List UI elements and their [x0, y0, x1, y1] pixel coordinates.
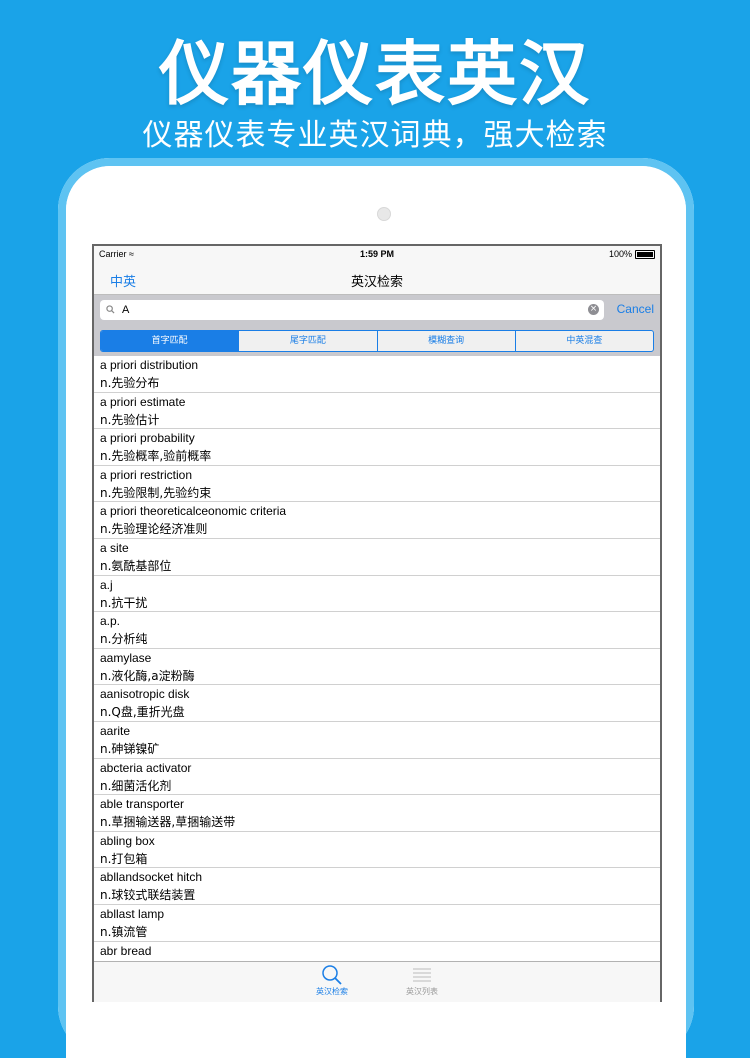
entry-definition: n.先验限制,先验约束	[100, 485, 212, 500]
search-mode-bar: 首字匹配 尾字匹配 模糊查询 中英混查	[94, 325, 660, 356]
entry-definition: n.先验分布	[100, 376, 160, 390]
entry-term: a priori restriction	[100, 467, 193, 482]
list-item[interactable]: aarite n.砷锑镍矿	[94, 722, 660, 759]
entry-definition: n.球铰式联结装置	[100, 888, 196, 903]
list-item[interactable]: a.j n.抗干扰	[94, 576, 660, 613]
list-item[interactable]: a priori restriction n.先验限制,先验约束	[94, 466, 660, 503]
entry-definition: n.砷锑镍矿	[100, 741, 160, 756]
segment-suffix-match[interactable]: 尾字匹配	[238, 331, 376, 351]
list-item[interactable]: a priori estimate n.先验估计	[94, 393, 660, 430]
entry-term: aamylase	[100, 650, 152, 665]
battery-indicator: 100%	[609, 249, 655, 259]
promo-subtitle: 仪器仪表专业英汉词典，强大检索	[142, 118, 608, 153]
battery-percent: 100%	[608, 249, 632, 259]
search-field: ×	[100, 300, 604, 320]
search-icon	[106, 304, 115, 317]
battery-icon	[635, 249, 655, 259]
entry-term: a priori probability	[100, 431, 195, 446]
page-title: 英汉检索	[350, 274, 403, 289]
entry-term: abcteria activator	[100, 760, 192, 775]
segment-mixed-search[interactable]: 中英混查	[514, 331, 653, 351]
list-item[interactable]: abr bread	[94, 942, 660, 963]
promo-title: 仪器仪表英汉	[159, 33, 591, 115]
list-item[interactable]: abllast lamp n.镇流管	[94, 905, 660, 942]
entry-definition: n.细菌活化剂	[100, 778, 172, 793]
search-bar: × Cancel	[94, 294, 660, 325]
list-item[interactable]: a priori distribution n.先验分布	[94, 356, 660, 393]
entry-term: a priori theoreticalceonomic criteria	[100, 504, 287, 519]
list-item[interactable]: aanisotropic disk n.Q盘,重折光盘	[94, 685, 660, 722]
entry-term: a.p.	[100, 614, 121, 629]
tab-english-chinese-search[interactable]: 英汉检索	[307, 962, 357, 1002]
tab-label: 英汉列表	[406, 987, 438, 996]
entry-definition: n.先验概率,验前概率	[100, 449, 212, 464]
entry-definition: n.抗干扰	[100, 595, 148, 610]
segment-prefix-match[interactable]: 首字匹配	[101, 331, 239, 351]
list-item[interactable]: a.p. n.分析纯	[94, 612, 660, 649]
results-list[interactable]: a priori distribution n.先验分布 a priori est…	[94, 356, 660, 962]
navigation-bar: 中英 英汉检索	[94, 263, 660, 294]
camera-icon	[377, 207, 391, 221]
search-input[interactable]	[122, 302, 582, 318]
entry-term: able transporter	[100, 797, 185, 812]
status-time: 1:59 PM	[359, 249, 394, 259]
segment-fuzzy-search[interactable]: 模糊查询	[376, 331, 515, 351]
list-icon	[397, 964, 447, 986]
list-item[interactable]: a priori probability n.先验概率,验前概率	[94, 429, 660, 466]
entry-definition: n.氨酰基部位	[100, 558, 172, 573]
entry-term: aarite	[100, 723, 131, 738]
tab-english-chinese-list[interactable]: 英汉列表	[397, 962, 447, 1002]
list-item[interactable]: a site n.氨酰基部位	[94, 539, 660, 576]
entry-term: a priori distribution	[100, 358, 199, 372]
magnifier-icon	[307, 964, 357, 986]
list-item[interactable]: a priori theoreticalceonomic criteria n.先…	[94, 502, 660, 539]
entry-definition: n.镇流管	[100, 924, 148, 939]
entry-term: abllandsocket hitch	[100, 870, 203, 885]
entry-definition: n.液化酶,a淀粉酶	[100, 668, 195, 683]
entry-term: a.j	[100, 577, 113, 592]
list-item[interactable]: abcteria activator n.细菌活化剂	[94, 759, 660, 796]
entry-definition: n.草捆输送器,草捆输送带	[100, 815, 236, 830]
list-item[interactable]: abllandsocket hitch n.球铰式联结装置	[94, 868, 660, 905]
entry-term: a priori estimate	[100, 394, 186, 409]
entry-definition: n.先验估计	[100, 412, 160, 427]
list-item[interactable]: abling box n.打包箱	[94, 832, 660, 869]
tab-label: 英汉检索	[316, 987, 348, 996]
entry-term: a site	[100, 540, 129, 555]
clear-search-icon[interactable]: ×	[588, 304, 599, 315]
list-item[interactable]: aamylase n.液化酶,a淀粉酶	[94, 649, 660, 686]
status-bar: Carrier ≈ 1:59 PM 100%	[94, 246, 660, 263]
tab-bar: 英汉检索 英汉列表	[94, 961, 660, 1002]
list-item[interactable]: able transporter n.草捆输送器,草捆输送带	[94, 795, 660, 832]
search-mode-segmented-control: 首字匹配 尾字匹配 模糊查询 中英混查	[100, 330, 654, 352]
entry-definition: n.先验理论经济准则	[100, 522, 208, 537]
entry-term: aanisotropic disk	[100, 687, 190, 702]
entry-term: abr bread	[100, 943, 152, 958]
entry-definition: n.Q盘,重折光盘	[100, 705, 185, 720]
app-screen: Carrier ≈ 1:59 PM 100% 中英 英汉检索 × Cancel …	[92, 244, 662, 1002]
entry-term: abllast lamp	[100, 906, 165, 921]
entry-definition: n.分析纯	[100, 632, 148, 647]
entry-definition: n.打包箱	[100, 851, 148, 866]
cancel-button[interactable]: Cancel	[617, 302, 654, 316]
entry-term: abling box	[100, 833, 155, 848]
